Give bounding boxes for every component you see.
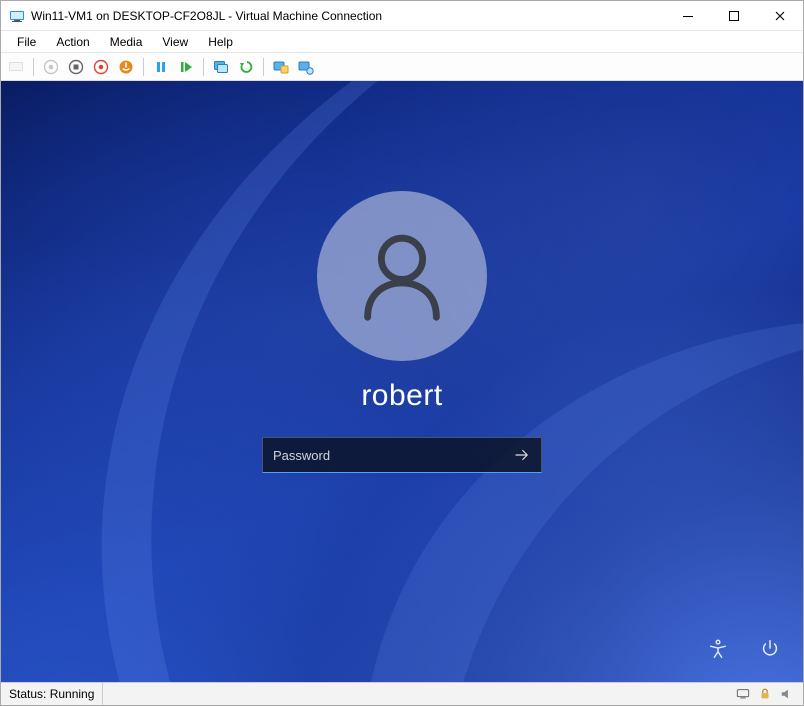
- reset-icon: [178, 59, 194, 75]
- reset-button[interactable]: [175, 56, 197, 78]
- user-avatar: [317, 191, 487, 361]
- menu-view[interactable]: View: [152, 33, 198, 51]
- menu-file[interactable]: File: [7, 33, 46, 51]
- username-label: robert: [361, 379, 442, 413]
- turn-off-button[interactable]: [65, 56, 87, 78]
- shutdown-icon: [93, 59, 109, 75]
- revert-button[interactable]: [235, 56, 257, 78]
- accessibility-button[interactable]: [703, 634, 733, 664]
- app-window: Win11-VM1 on DESKTOP-CF2O8JL - Virtual M…: [0, 0, 804, 706]
- app-icon: [9, 8, 25, 24]
- share-button[interactable]: [295, 56, 317, 78]
- password-input[interactable]: [263, 438, 503, 472]
- maximize-button[interactable]: [711, 1, 757, 31]
- close-icon: [775, 11, 785, 21]
- minimize-icon: [683, 11, 693, 21]
- menu-help[interactable]: Help: [198, 33, 243, 51]
- toolbar-separator: [143, 58, 144, 76]
- speaker-icon: [779, 686, 795, 702]
- close-button[interactable]: [757, 1, 803, 31]
- vm-viewport[interactable]: robert: [1, 81, 803, 683]
- maximize-icon: [729, 11, 739, 21]
- save-button[interactable]: [115, 56, 137, 78]
- menu-media[interactable]: Media: [100, 33, 153, 51]
- statusbar: Status: Running: [1, 683, 803, 705]
- menu-action[interactable]: Action: [46, 33, 99, 51]
- person-icon: [347, 221, 457, 331]
- login-screen: robert: [1, 81, 803, 682]
- shutdown-button[interactable]: [90, 56, 112, 78]
- toolbar-separator: [263, 58, 264, 76]
- status-text: Status: Running: [1, 683, 103, 705]
- window-title: Win11-VM1 on DESKTOP-CF2O8JL - Virtual M…: [31, 9, 382, 23]
- toolbar-separator: [33, 58, 34, 76]
- share-icon: [298, 59, 314, 75]
- titlebar: Win11-VM1 on DESKTOP-CF2O8JL - Virtual M…: [1, 1, 803, 31]
- login-corner-controls: [703, 634, 785, 664]
- revert-icon: [238, 59, 254, 75]
- minimize-button[interactable]: [665, 1, 711, 31]
- password-row: [262, 437, 542, 473]
- toolbar-separator: [203, 58, 204, 76]
- ctrl-alt-del-button[interactable]: [5, 56, 27, 78]
- pause-icon: [153, 59, 169, 75]
- start-button[interactable]: [40, 56, 62, 78]
- submit-button[interactable]: [503, 438, 541, 472]
- enhanced-session-button[interactable]: [270, 56, 292, 78]
- accessibility-icon: [707, 638, 729, 660]
- checkpoint-button[interactable]: [210, 56, 232, 78]
- ctrl-alt-del-icon: [8, 59, 24, 75]
- checkpoint-icon: [213, 59, 229, 75]
- enhanced-session-icon: [273, 59, 289, 75]
- menubar: File Action Media View Help: [1, 31, 803, 53]
- toolbar: [1, 53, 803, 81]
- pause-button[interactable]: [150, 56, 172, 78]
- display-icon: [735, 686, 751, 702]
- arrow-right-icon: [513, 446, 531, 464]
- power-button[interactable]: [755, 634, 785, 664]
- start-icon: [43, 59, 59, 75]
- save-icon: [118, 59, 134, 75]
- turn-off-icon: [68, 59, 84, 75]
- power-icon: [759, 638, 781, 660]
- lock-icon: [757, 686, 773, 702]
- status-icons: [727, 686, 803, 702]
